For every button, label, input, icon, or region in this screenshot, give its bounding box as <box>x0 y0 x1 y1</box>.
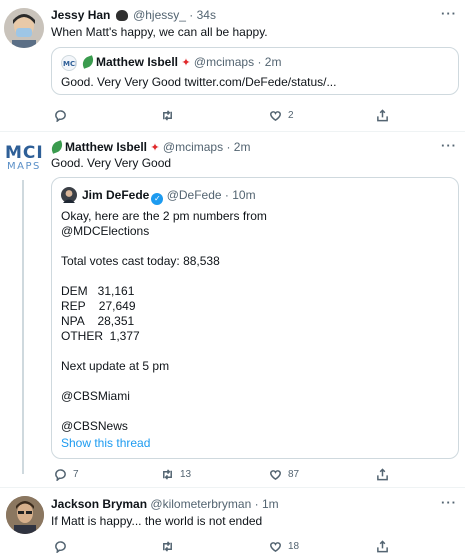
tweet-header: Matthew Isbell ✦ @mcimaps · 2m <box>49 140 250 156</box>
leaf-icon <box>80 55 96 69</box>
more-options-icon[interactable]: ··· <box>441 6 457 21</box>
tweet-jessy-han[interactable]: Jessy Han @hjessy_ · 34s ··· When Matt's… <box>0 0 465 131</box>
reply-count: 7 <box>73 469 79 480</box>
quoted-text: Good. Very Very Good twitter.com/DeFede/… <box>61 75 337 89</box>
reply-button[interactable]: 7 <box>54 468 79 481</box>
turkey-icon <box>115 10 128 21</box>
share-button[interactable] <box>376 540 389 553</box>
like-button[interactable]: 87 <box>269 468 299 481</box>
like-button[interactable]: 18 <box>269 540 299 553</box>
show-thread-link[interactable]: Show this thread <box>61 436 150 451</box>
quoted-text-line: @CBSNews <box>61 419 128 433</box>
tweet-matthew-isbell[interactable]: MCI MAPS Matthew Isbell ✦ @mcimaps · 2m … <box>0 132 465 487</box>
quoted-author-handle: @mcimaps <box>193 55 255 69</box>
avatar[interactable] <box>6 496 44 534</box>
timestamp[interactable]: · 1m <box>255 497 279 511</box>
quoted-text: Okay, here are the 2 pm numbers from @MDC… <box>61 209 441 434</box>
like-icon <box>270 111 281 122</box>
timestamp[interactable]: · 2m <box>226 140 250 154</box>
tweet-actions: 18 <box>0 540 465 554</box>
tweet-jackson-bryman[interactable]: Jackson Bryman @kilometerbryman · 1m ···… <box>0 488 465 557</box>
maple-leaf-icon: ✦ <box>181 57 191 69</box>
avatar: MCI <box>61 55 78 71</box>
tweet-actions: 7 13 87 <box>0 468 465 482</box>
quoted-text-line <box>61 269 441 284</box>
more-options-icon[interactable]: ··· <box>441 495 457 510</box>
verified-icon: ✓ <box>151 193 164 205</box>
quoted-author-handle: @DeFede <box>166 188 222 202</box>
leaf-icon <box>49 140 65 154</box>
quoted-text-line <box>61 239 441 254</box>
quoted-header: Jim DeFede ✓ @DeFede · 10m <box>82 188 256 205</box>
avatar[interactable]: MCI MAPS <box>3 143 45 185</box>
maple-leaf-icon: ✦ <box>150 142 160 154</box>
retweet-button[interactable] <box>161 540 180 553</box>
reply-icon <box>55 541 66 553</box>
retweet-icon <box>163 469 172 480</box>
quoted-text-line: REP 27,649 <box>61 299 136 313</box>
quoted-text-line <box>61 344 441 359</box>
quoted-header: Matthew Isbell ✦ @mcimaps · 2m <box>80 55 282 71</box>
reply-button[interactable] <box>54 540 73 553</box>
more-options-icon[interactable]: ··· <box>441 138 457 153</box>
share-icon <box>377 109 388 122</box>
author-name[interactable]: Jessy Han <box>51 8 110 22</box>
like-icon <box>270 470 281 481</box>
quoted-text-line: DEM 31,161 <box>61 284 135 298</box>
timestamp[interactable]: · 34s <box>189 8 216 22</box>
quoted-timestamp: · 10m <box>224 188 256 202</box>
quoted-tweet[interactable]: Jim DeFede ✓ @DeFede · 10m Okay, here are… <box>51 177 459 459</box>
author-handle[interactable]: @mcimaps <box>163 140 223 154</box>
like-count: 2 <box>288 110 294 121</box>
author-handle[interactable]: @hjessy_ <box>133 8 186 22</box>
quoted-text-line: @MDCElections <box>61 224 150 238</box>
quoted-text-line: NPA 28,351 <box>61 314 135 328</box>
tweet-text: When Matt's happy, we can all be happy. <box>51 25 268 39</box>
reply-icon <box>55 110 66 122</box>
avatar-logo-text: MCI <box>5 143 44 163</box>
retweet-count: 13 <box>180 469 192 480</box>
avatar <box>61 187 77 203</box>
svg-text:MCI: MCI <box>63 60 76 68</box>
share-icon <box>377 468 388 481</box>
quoted-text-line: Total votes cast today: 88,538 <box>61 254 220 268</box>
tweet-text: If Matt is happy... the world is not end… <box>51 514 263 528</box>
tweet-header: Jackson Bryman @kilometerbryman · 1m <box>51 497 279 512</box>
quoted-tweet[interactable]: MCI Matthew Isbell ✦ @mcimaps · 2m Good.… <box>51 47 459 95</box>
like-button[interactable]: 2 <box>269 109 294 122</box>
thread-line <box>22 180 24 474</box>
retweet-icon <box>163 110 172 121</box>
reply-button[interactable] <box>54 109 73 122</box>
reply-icon <box>55 469 66 481</box>
quoted-text-line <box>61 374 441 389</box>
share-icon <box>377 540 388 553</box>
quoted-author-name: Matthew Isbell <box>96 55 179 69</box>
author-name[interactable]: Jackson Bryman <box>51 497 147 511</box>
retweet-icon <box>163 541 172 552</box>
share-button[interactable] <box>376 109 389 122</box>
retweet-button[interactable] <box>161 109 180 122</box>
share-button[interactable] <box>376 468 389 481</box>
tweet-text: Good. Very Very Good <box>51 156 172 170</box>
tweet-actions: 2 <box>0 109 465 123</box>
like-count: 87 <box>288 469 300 480</box>
author-handle[interactable]: @kilometerbryman <box>150 497 251 511</box>
quoted-text-line: OTHER 1,377 <box>61 329 140 343</box>
quoted-author-name: Jim DeFede <box>82 188 150 202</box>
tweet-header: Jessy Han @hjessy_ · 34s <box>51 8 216 23</box>
retweet-button[interactable]: 13 <box>161 468 191 481</box>
quoted-text-line: @CBSMiami <box>61 389 130 403</box>
like-icon <box>270 542 281 553</box>
like-count: 18 <box>288 541 300 552</box>
quoted-text-line: Okay, here are the 2 pm numbers from <box>61 209 267 223</box>
avatar-logo-subtext: MAPS <box>7 161 41 172</box>
quoted-timestamp: · 2m <box>257 55 282 69</box>
quoted-text-line <box>61 404 441 419</box>
avatar[interactable] <box>4 8 44 48</box>
author-name[interactable]: Matthew Isbell <box>65 140 147 154</box>
quoted-text-line: Next update at 5 pm <box>61 359 170 373</box>
